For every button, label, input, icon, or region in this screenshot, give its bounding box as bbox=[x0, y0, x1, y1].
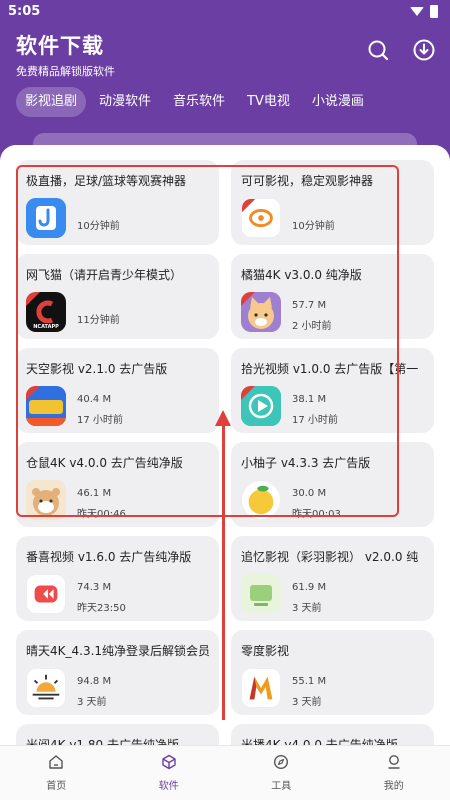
tab-anime[interactable]: 动漫软件 bbox=[90, 87, 160, 117]
app-size: 74.3 M bbox=[77, 582, 112, 593]
nav-label: 工具 bbox=[271, 781, 292, 792]
app-card[interactable]: 网飞猫（请开启青少年模式） NCATAPP 11分钟前 bbox=[16, 254, 219, 339]
tab-novels[interactable]: 小说漫画 bbox=[303, 87, 373, 117]
nav-home[interactable]: 首页 bbox=[0, 746, 113, 800]
app-title: 极直播，足球/篮球等观赛神器 bbox=[26, 174, 187, 188]
app-card[interactable]: 天空影视 v2.1.0 去广告版 40.4 M 17 小时前 bbox=[16, 348, 219, 433]
app-time: 10分钟前 bbox=[292, 221, 335, 232]
app-icon-play bbox=[241, 386, 281, 426]
tab-music[interactable]: 音乐软件 bbox=[164, 87, 234, 117]
app-time: 2 小时前 bbox=[292, 321, 332, 332]
tab-movies[interactable]: 影视追剧 bbox=[16, 87, 87, 117]
nav-label: 首页 bbox=[46, 781, 67, 792]
app-title: 番喜视频 v1.6.0 去广告纯净版 bbox=[26, 550, 192, 564]
app-time: 17 小时前 bbox=[77, 415, 123, 426]
nav-profile[interactable]: 我的 bbox=[338, 746, 450, 800]
app-title: 零度影视 bbox=[241, 644, 290, 658]
app-icon-fanxi bbox=[26, 574, 66, 614]
svg-text:NCATAPP: NCATAPP bbox=[33, 324, 59, 330]
app-card[interactable]: 小柚子 v4.3.3 去广告版 30.0 M 昨天00:03 bbox=[231, 442, 434, 527]
app-icon-hamster bbox=[26, 480, 66, 520]
app-card[interactable]: 极直播，足球/篮球等观赛神器 10分钟前 bbox=[16, 160, 219, 245]
app-title: 仓鼠4K v4.0.0 去广告纯净版 bbox=[26, 456, 183, 470]
title-block: 软件下载 免费精品解锁版软件 bbox=[16, 30, 115, 79]
app-size: 30.0 M bbox=[292, 488, 327, 499]
app-card[interactable]: 橘猫4K v3.0.0 纯净版 57.7 M 2 小时前 bbox=[231, 254, 434, 339]
app-title: 网飞猫（请开启青少年模式） bbox=[26, 268, 183, 282]
app-time: 3 天前 bbox=[292, 697, 322, 708]
app-time: 3 天前 bbox=[292, 603, 322, 614]
app-title: 天空影视 v2.1.0 去广告版 bbox=[26, 362, 168, 376]
tab-tv[interactable]: TV电视 bbox=[238, 87, 299, 117]
app-size: 38.1 M bbox=[292, 394, 327, 405]
app-icon-cat bbox=[241, 292, 281, 332]
download-button[interactable] bbox=[412, 38, 436, 62]
compass-icon bbox=[274, 754, 289, 770]
profile-icon bbox=[388, 755, 400, 769]
app-card[interactable]: 可可影视，稳定观影神器 10分钟前 bbox=[231, 160, 434, 245]
app-card[interactable]: 零度影视 55.1 M 3 天前 bbox=[231, 630, 434, 715]
app-title: 米播4K v4.0.0 去广告纯净版 bbox=[241, 738, 398, 745]
nav-label: 软件 bbox=[158, 781, 179, 792]
page-subtitle: 免费精品解锁版软件 bbox=[16, 65, 115, 78]
app-title: 追忆影视（彩羽影视） v2.0.0 纯 bbox=[241, 550, 419, 564]
app-card[interactable]: 追忆影视（彩羽影视） v2.0.0 纯 61.9 M 3 天前 bbox=[231, 536, 434, 621]
nav-software[interactable]: 软件 bbox=[113, 746, 226, 800]
annotation-arrow bbox=[222, 418, 225, 720]
page-title: 软件下载 bbox=[16, 34, 104, 58]
app-size: 94.8 M bbox=[77, 676, 112, 687]
app-title: 小柚子 v4.3.3 去广告版 bbox=[241, 456, 371, 470]
app-grid: 极直播，足球/篮球等观赛神器 10分钟前 可可影视，稳定观影神器 10分钟前 网… bbox=[16, 160, 434, 745]
app-title: 橘猫4K v3.0.0 纯净版 bbox=[241, 268, 362, 282]
app-time: 昨天00:46 bbox=[77, 509, 126, 520]
software-icon bbox=[162, 754, 176, 770]
app-icon-pomelo bbox=[241, 480, 281, 520]
status-icons bbox=[410, 4, 438, 18]
app-size: 55.1 M bbox=[292, 676, 327, 687]
app-time: 17 小时前 bbox=[292, 415, 338, 426]
app-title: 可可影视，稳定观影神器 bbox=[241, 174, 374, 188]
search-button[interactable] bbox=[366, 38, 390, 62]
status-time: 5:05 bbox=[8, 3, 41, 19]
app-time: 昨天00:03 bbox=[292, 509, 341, 520]
app-icon-ncat: NCATAPP bbox=[26, 292, 66, 332]
app-icon-kkys bbox=[241, 198, 281, 238]
app-list-panel: 极直播，足球/篮球等观赛神器 10分钟前 可可影视，稳定观影神器 10分钟前 网… bbox=[0, 145, 450, 745]
app-card[interactable]: 米阅4K v1.80 去广告纯净版 bbox=[16, 724, 219, 745]
app-size: 46.1 M bbox=[77, 488, 112, 499]
status-bar: 5:05 bbox=[0, 0, 450, 22]
nav-tools[interactable]: 工具 bbox=[225, 746, 338, 800]
search-icon bbox=[368, 40, 389, 61]
home-icon bbox=[49, 755, 63, 769]
app-icon-tiankong bbox=[26, 386, 66, 426]
app-size: 57.7 M bbox=[292, 300, 327, 311]
app-card[interactable]: 拾光视频 v1.0.0 去广告版【第一 38.1 M 17 小时前 bbox=[231, 348, 434, 433]
app-icon-zhuiyi bbox=[241, 574, 281, 614]
battery-icon bbox=[430, 4, 438, 18]
app-icon-j bbox=[26, 198, 66, 238]
app-card[interactable]: 番喜视频 v1.6.0 去广告纯净版 74.3 M 昨天23:50 bbox=[16, 536, 219, 621]
app-card[interactable]: 米播4K v4.0.0 去广告纯净版 bbox=[231, 724, 434, 745]
download-icon bbox=[413, 39, 435, 61]
app-icon-sun bbox=[26, 668, 66, 708]
app-time: 3 天前 bbox=[77, 697, 107, 708]
nav-label: 我的 bbox=[383, 781, 404, 792]
annotation-arrow-head bbox=[215, 410, 231, 426]
app-card[interactable]: 仓鼠4K v4.0.0 去广告纯净版 46.1 M 昨天00:46 bbox=[16, 442, 219, 527]
app-title: 米阅4K v1.80 去广告纯净版 bbox=[26, 738, 179, 745]
app-title: 晴天4K_4.3.1纯净登录后解锁会员 bbox=[26, 644, 211, 658]
app-title: 拾光视频 v1.0.0 去广告版【第一 bbox=[241, 362, 419, 376]
app-time: 10分钟前 bbox=[77, 221, 120, 232]
app-card[interactable]: 晴天4K_4.3.1纯净登录后解锁会员 94.8 M 3 天前 bbox=[16, 630, 219, 715]
bottom-nav: 首页 软件 工具 我的 bbox=[0, 745, 450, 800]
app-size: 40.4 M bbox=[77, 394, 112, 405]
app-time: 昨天23:50 bbox=[77, 603, 126, 614]
wifi-icon bbox=[410, 6, 424, 16]
app-icon-m bbox=[241, 668, 281, 708]
app-size: 61.9 M bbox=[292, 582, 327, 593]
app-time: 11分钟前 bbox=[77, 315, 120, 326]
category-tabs: 影视追剧 动漫软件 音乐软件 TV电视 小说漫画 bbox=[16, 87, 377, 117]
